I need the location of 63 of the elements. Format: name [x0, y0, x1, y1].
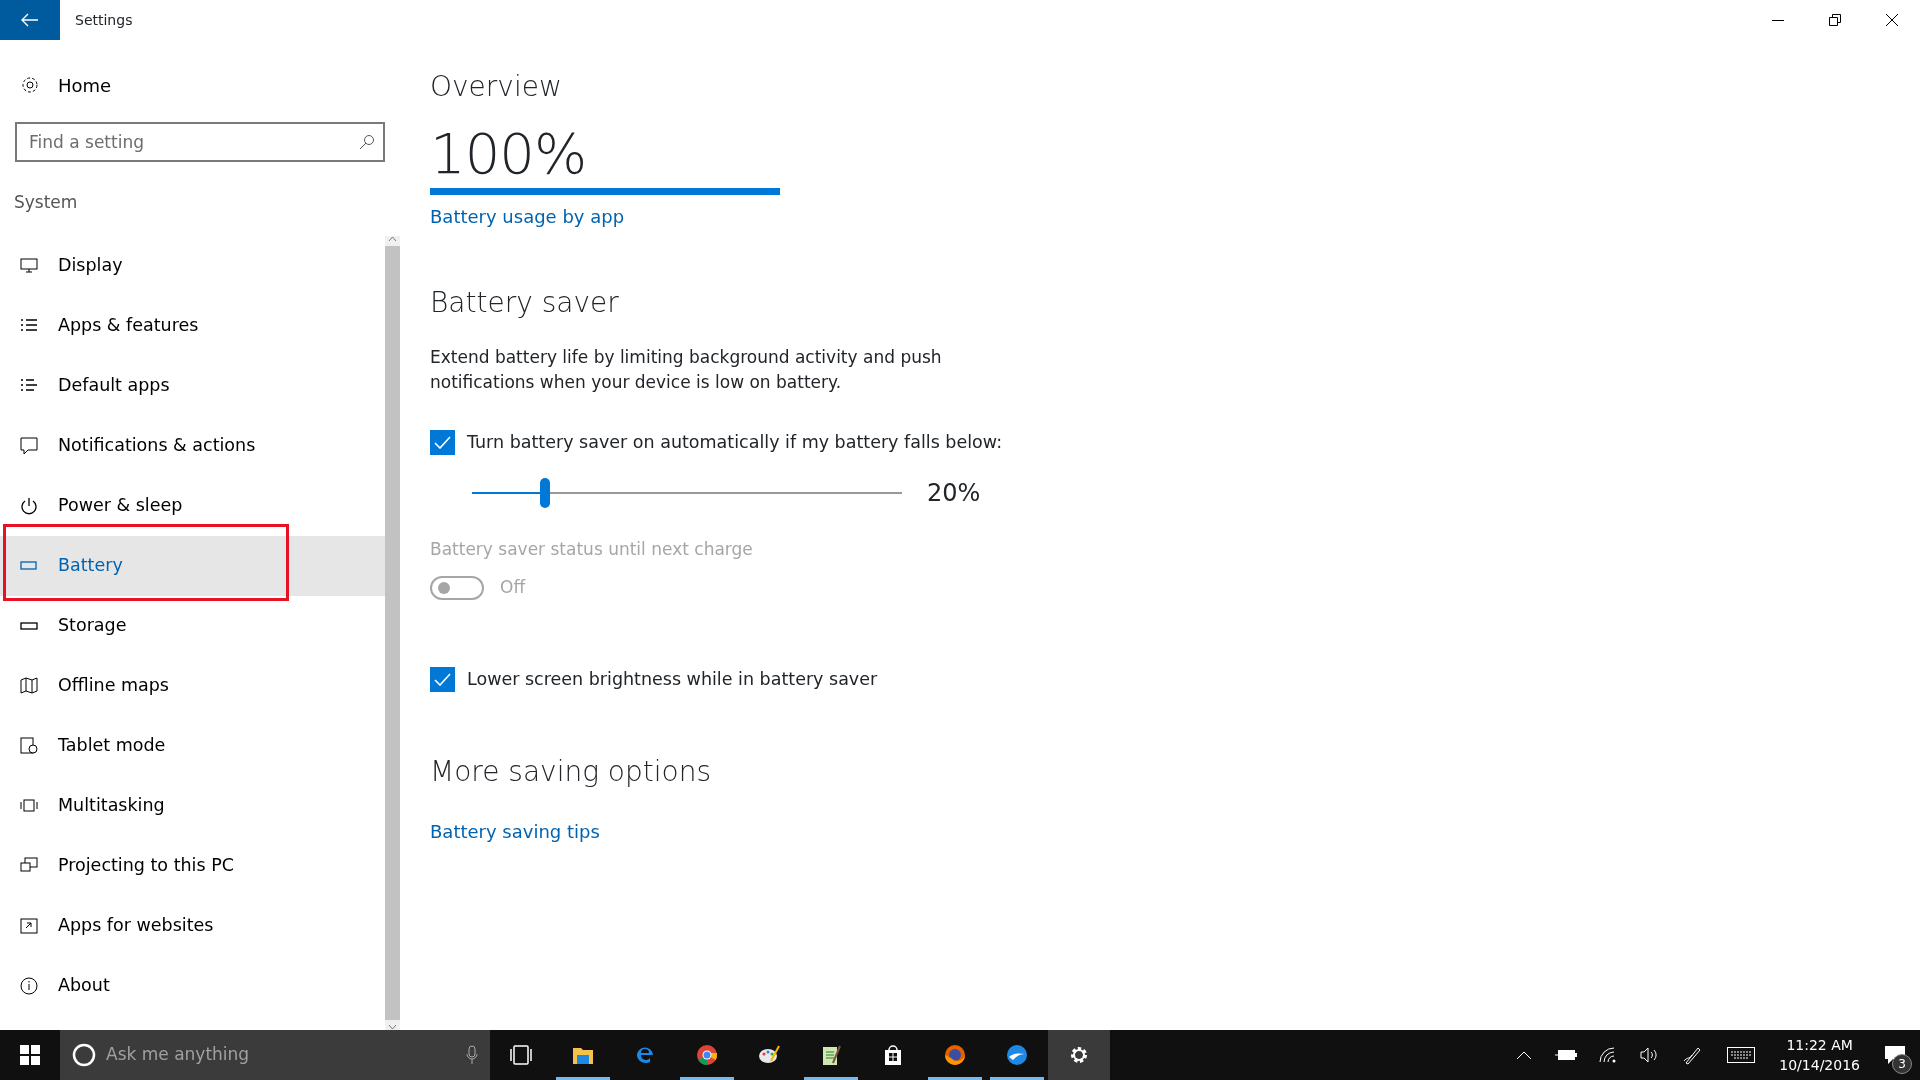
nav-item[interactable]: Apps & features: [0, 295, 385, 356]
notification-count: 3: [1892, 1054, 1912, 1074]
fox-globe-icon: [943, 1043, 967, 1067]
section-heading: Overview: [430, 70, 563, 104]
nav-item[interactable]: Projecting to this PC: [0, 835, 385, 896]
nav-item[interactable]: Storage: [0, 595, 385, 656]
power-icon: [20, 496, 38, 515]
battery-tips-link[interactable]: Battery saving tips: [430, 818, 600, 846]
checkbox[interactable]: [430, 667, 455, 693]
scroll-up-icon[interactable]: [388, 235, 397, 242]
minimize-icon: [1771, 19, 1784, 21]
windows-logo-icon: [20, 1045, 40, 1065]
map-icon: [20, 676, 38, 695]
action-center-button[interactable]: 3: [1870, 1030, 1920, 1080]
slider-value: 20%: [927, 478, 981, 510]
clock[interactable]: 11:22 AM 10/14/2016: [1769, 1035, 1870, 1075]
restore-icon: [1828, 14, 1841, 26]
nav-item[interactable]: Tablet mode: [0, 715, 385, 776]
close-icon: [1885, 14, 1898, 26]
nav-item[interactable]: Offline maps: [0, 655, 385, 716]
nav-item[interactable]: Apps for websites: [0, 895, 385, 956]
section-heading: Battery saver: [430, 285, 620, 320]
toggle-label: Battery saver status until next charge: [430, 538, 754, 562]
checkmark-icon: [434, 673, 451, 687]
nav-item[interactable]: Power & sleep: [0, 475, 385, 536]
ring-icon: [695, 1043, 719, 1067]
nav-item[interactable]: Default apps: [0, 355, 385, 416]
back-button[interactable]: [0, 0, 60, 40]
description-text: Extend battery life by limiting background activity and push notifications when your device is low on battery.: [430, 346, 943, 395]
cortana-search-box[interactable]: Ask me anything: [60, 1030, 490, 1080]
gear-icon: [20, 75, 40, 95]
microphone-icon: [466, 1045, 478, 1065]
search-field[interactable]: Find a setting: [15, 122, 385, 162]
taskbar-app-button[interactable]: [1048, 1030, 1110, 1080]
checkbox[interactable]: [430, 429, 455, 455]
window-frame-icon: [509, 1043, 533, 1067]
nav-item[interactable]: About: [0, 955, 385, 1016]
nav-item[interactable]: Display: [0, 235, 385, 296]
bird-icon: [1005, 1043, 1029, 1067]
back-arrow-icon: [21, 13, 39, 27]
toggle-state: Off: [500, 575, 526, 599]
nav-item[interactable]: Notifications & actions: [0, 415, 385, 476]
battery-usage-link[interactable]: Battery usage by app: [430, 202, 625, 230]
screen-icon: [20, 856, 38, 875]
speech-bubble-icon: [20, 436, 38, 455]
home-button[interactable]: Home: [0, 60, 400, 110]
slider-thumb[interactable]: [540, 478, 551, 509]
checkbox-label: Lower screen brightness while in battery saver: [467, 668, 878, 692]
info-icon: [20, 976, 38, 995]
nav-item[interactable]: Multitasking: [0, 775, 385, 836]
checkbox-label: Turn battery saver on automatically if my battery falls below:: [467, 431, 1003, 455]
search-icon: [359, 134, 375, 150]
battery-percent: 100%: [430, 125, 588, 182]
section-label: System: [13, 191, 79, 214]
window-title: Settings: [75, 10, 133, 30]
circle-icon: [72, 1043, 96, 1067]
windows-stack-icon: [20, 796, 38, 815]
scroll-down-icon[interactable]: [388, 1024, 397, 1030]
checkmark-icon: [434, 435, 451, 449]
section-heading: More saving options: [430, 754, 712, 789]
scrollbar[interactable]: [385, 235, 400, 1030]
tablet-icon: [20, 736, 38, 755]
monitor-icon: [20, 256, 38, 275]
